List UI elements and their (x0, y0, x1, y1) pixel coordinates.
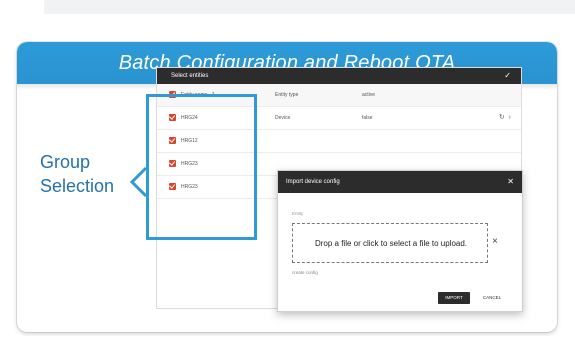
dialog-titlebar: Import device config ✕ (278, 171, 522, 193)
import-button[interactable]: IMPORT (438, 292, 470, 304)
dialog-title: Import device config (286, 179, 340, 185)
create-config-label: create config (292, 270, 318, 275)
callout-line-1: Group (40, 152, 91, 172)
entity-field-label: Entity (292, 211, 304, 216)
close-icon[interactable]: ✕ (507, 171, 514, 193)
bottom-spacer (0, 336, 575, 345)
clear-file-icon[interactable]: × (492, 235, 498, 249)
group-selection-label: Group Selection (40, 150, 150, 198)
file-dropzone[interactable]: Drop a file or click to select a file to… (292, 223, 488, 263)
group-selection-highlight (146, 94, 257, 240)
import-config-dialog: Import device config ✕ Entity Drop a fil… (277, 170, 523, 312)
cancel-button[interactable]: CANCEL (476, 292, 508, 304)
dropzone-text: Drop a file or click to select a file to… (314, 239, 468, 248)
callout-line-2: Selection (40, 176, 115, 196)
